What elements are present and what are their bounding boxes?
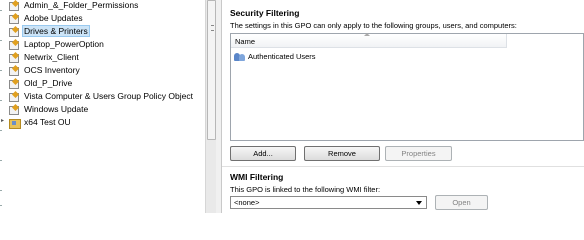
wmi-filtering-description: This GPO is linked to the following WMI … [230,185,381,194]
tree-item-netwrix-client[interactable]: Netwrix_Client [9,52,80,63]
security-filtering-description: The settings in this GPO can only apply … [230,21,517,30]
tree-item-label: x64 Test OU [24,117,71,127]
tree-item-label: Adobe Updates [24,13,83,23]
security-filtering-title: Security Filtering [230,8,300,18]
security-filtering-list[interactable]: Name Authenticated Users [230,33,584,141]
scrollbar-grip-icon [211,25,214,31]
gpo-link-icon [9,14,19,24]
add-button[interactable]: Add... [230,146,296,161]
gpo-link-icon [9,79,19,89]
tree-item-label: Windows Update [24,104,89,114]
properties-button[interactable]: Properties [385,146,452,161]
chevron-down-icon [416,201,422,205]
tree-item-label: Drives & Printers [22,25,90,37]
gpo-link-icon [9,66,19,76]
gpo-link-icon [9,27,19,37]
expand-arrow-icon[interactable]: ▸ [1,117,4,124]
tree-vertical-scrollbar[interactable] [205,0,216,213]
tree-item-windows-update[interactable]: Windows Update [9,104,89,115]
gpo-link-icon [9,1,19,11]
tree-item-vista-computer-users-gpo[interactable]: Vista Computer & Users Group Policy Obje… [9,91,194,102]
tree-item-adobe-updates[interactable]: Adobe Updates [9,13,84,24]
wmi-filtering-title: WMI Filtering [230,172,284,182]
sort-up-icon [364,33,370,36]
tree-item-label: OCS Inventory [24,65,80,75]
tree-item-old-p-drive[interactable]: Old_P_Drive [9,78,73,89]
users-group-icon [234,52,246,62]
scrollbar-thumb[interactable] [207,0,216,140]
gpo-scope-pane: Security Filtering The settings in this … [222,0,584,213]
column-header-label: Name [235,37,256,46]
tree-item-label: Admin_&_Folder_Permissions [24,0,139,10]
column-header-name[interactable]: Name [231,33,507,48]
open-button[interactable]: Open [435,195,488,210]
tree-item-drives-printers[interactable]: Drives & Printers [9,25,90,37]
gpo-link-icon [9,40,19,50]
gpo-link-icon [9,53,19,63]
tree-item-x64-test-ou[interactable]: x64 Test OU [9,117,72,129]
section-divider [222,166,584,167]
remove-button[interactable]: Remove [304,146,380,161]
tree-connector-lines [0,0,3,213]
tree-item-laptop-poweroption[interactable]: Laptop_PowerOption [9,39,105,50]
gpo-link-icon [9,92,19,102]
wmi-filter-select[interactable]: <none> [230,196,427,209]
list-item-authenticated-users[interactable]: Authenticated Users [234,51,316,62]
tree-item-label: Netwrix_Client [24,52,79,62]
tree-item-admin-folder-permissions[interactable]: Admin_&_Folder_Permissions [9,0,139,11]
gpo-link-icon [9,105,19,115]
list-item-label: Authenticated Users [248,52,316,61]
gpo-tree-pane: Admin_&_Folder_Permissions Adobe Updates… [0,0,205,213]
organizational-unit-icon [9,118,21,129]
tree-item-label: Laptop_PowerOption [24,39,104,49]
tree-item-label: Vista Computer & Users Group Policy Obje… [24,91,193,101]
wmi-filter-selected-value: <none> [234,198,260,207]
tree-item-label: Old_P_Drive [24,78,73,88]
tree-item-ocs-inventory[interactable]: OCS Inventory [9,65,81,76]
